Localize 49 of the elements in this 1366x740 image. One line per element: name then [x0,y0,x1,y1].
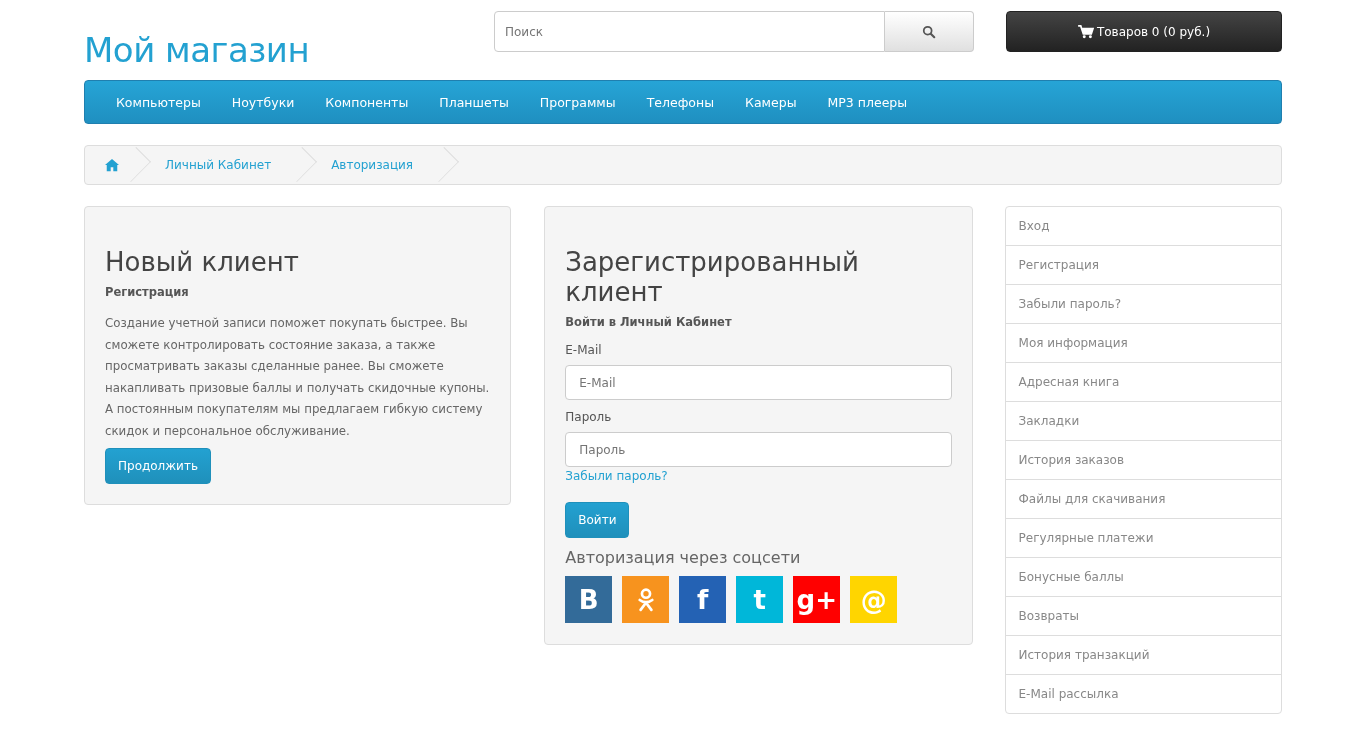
menu-item[interactable]: Телефоны [636,94,725,110]
search-field[interactable]: Поиск [494,11,885,52]
sidebar-item[interactable]: Файлы для скачивания [1005,480,1281,519]
section-subheading: Войти в Личный Кабинет [565,315,733,329]
field-label: Пароль [565,410,613,424]
sidebar-item[interactable]: История заказов [1005,441,1281,480]
forgot-password-link[interactable]: Забыли пароль? [565,469,952,483]
social-login-button[interactable]: t [736,576,784,623]
menu-item[interactable]: MP3 плееры [817,94,918,110]
input-field[interactable]: E-Mail [565,365,952,400]
menu-item[interactable]: Компьютеры [106,94,211,110]
sidebar-item[interactable]: История транзакций [1005,636,1281,675]
menu-item[interactable]: Камеры [735,94,807,110]
sidebar-item[interactable]: Адресная книга [1005,363,1281,402]
continue-button[interactable]: Продолжить [105,448,211,484]
home-icon [105,158,119,172]
menu-item[interactable]: Планшеты [429,94,519,110]
description-text: Создание учетной записи поможет покупать быстрее. Вы сможете контролировать состояние заказа, а также просматривать заказы сделанные ранее. Вы сможете накапливать призовые баллы и получать скидочные купоны. А постоянным покупателям мы предлагаем гибкую систему скидок и персональное обслуживание. [105,315,491,440]
cart-icon [1077,24,1094,39]
social-login-button[interactable]: g+ [793,576,841,623]
sidebar-item[interactable]: Регулярные платежи [1005,519,1281,558]
sidebar-item[interactable]: E-Mail рассылка [1005,675,1281,713]
menu-item[interactable]: Компоненты [315,94,419,110]
social-login-heading: Авторизация через соцсети [565,548,802,567]
person-figure-icon [636,586,655,613]
social-login-button[interactable] [622,576,670,623]
sidebar-item[interactable]: Бонусные баллы [1005,558,1281,597]
sidebar-item[interactable]: Регистрация [1005,246,1281,285]
social-login-button[interactable]: B [565,576,613,623]
section-heading: Зарегистрированный клиент [565,247,860,307]
input-field[interactable]: Пароль [565,432,952,467]
field-label: E-Mail [565,343,603,357]
section-heading: Новый клиент [105,247,300,277]
breadcrumb-link[interactable]: Личный Кабинет [165,158,272,172]
store-logo[interactable]: Мой магазин [84,30,494,70]
sidebar-item[interactable]: Моя информация [1005,324,1281,363]
menu-item[interactable]: Программы [529,94,626,110]
breadcrumb-link[interactable]: Авторизация [331,158,414,172]
sidebar-item[interactable]: Забыли пароль? [1005,285,1281,324]
section-subheading: Регистрация [105,285,190,299]
social-login-button[interactable]: f [679,576,727,623]
sidebar-item[interactable]: Закладки [1005,402,1281,441]
cart-button[interactable]: Товаров 0 (0 руб.) [1006,11,1282,52]
search-icon [922,24,936,39]
sidebar-item[interactable]: Возвраты [1005,597,1281,636]
search-button[interactable] [885,11,974,52]
login-button[interactable]: Войти [565,502,630,538]
sidebar-item[interactable]: Вход [1005,207,1281,246]
menu-item[interactable]: Ноутбуки [221,94,305,110]
